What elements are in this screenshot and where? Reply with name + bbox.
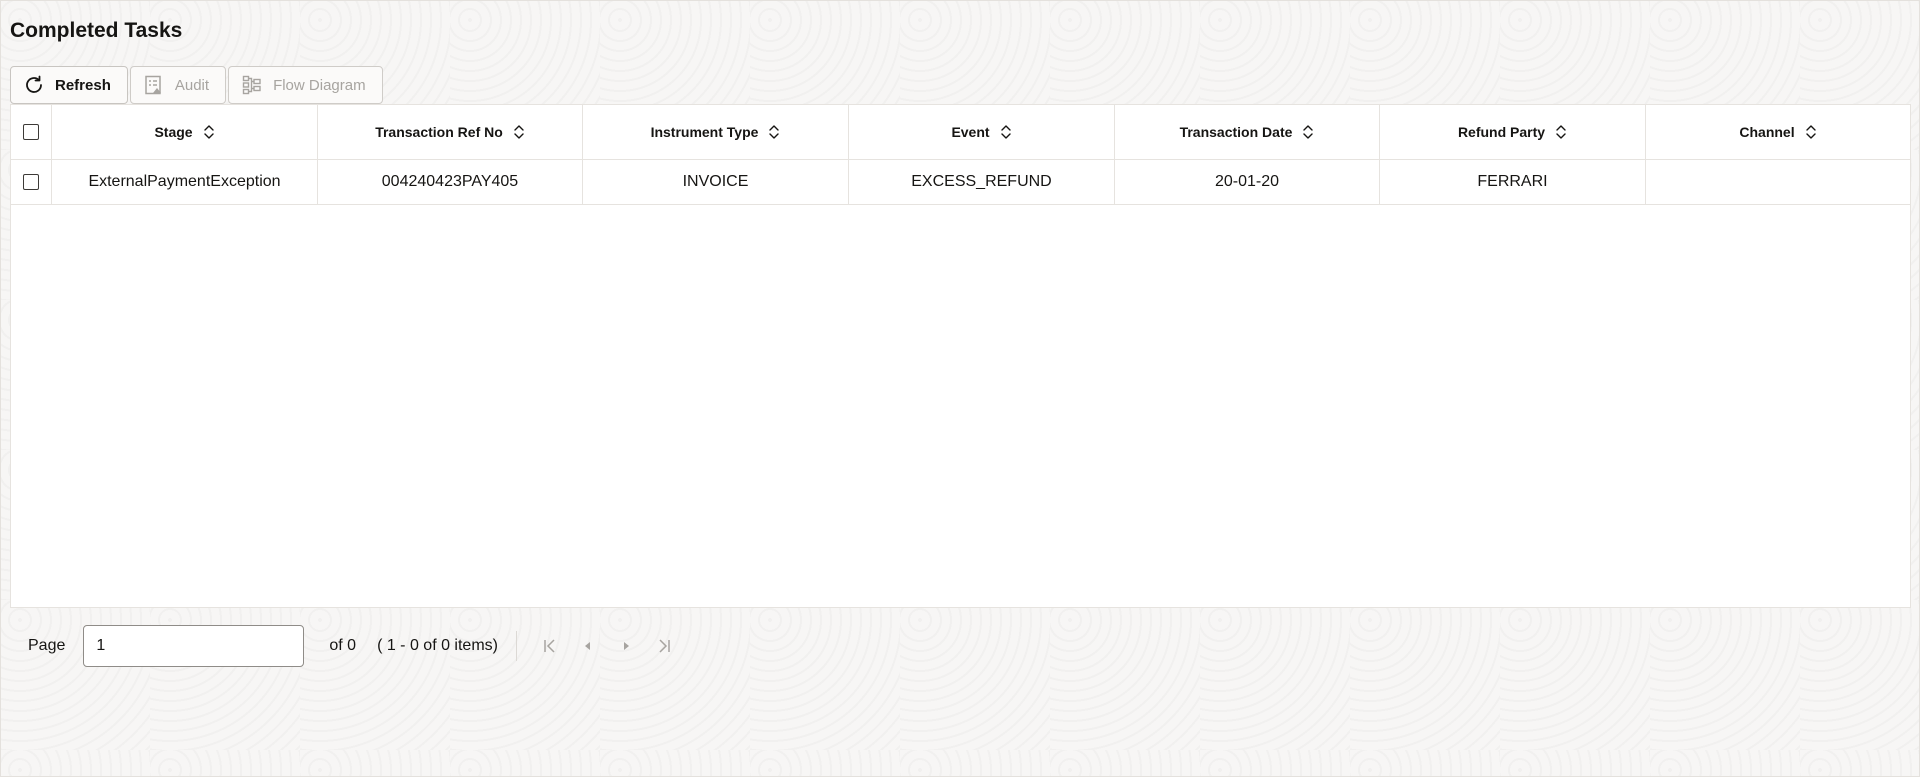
- completed-tasks-page: Completed Tasks Refresh Audit Flow Diagr…: [0, 0, 1920, 777]
- audit-label: Audit: [174, 76, 210, 94]
- audit-icon: [143, 74, 165, 96]
- page-count-text: of 0: [329, 637, 357, 654]
- previous-page-icon[interactable]: [569, 631, 607, 661]
- pager-divider: [515, 631, 517, 661]
- column-header-label: Refund Party: [1457, 124, 1546, 140]
- select-all-checkbox[interactable]: [23, 124, 39, 140]
- column-header-label: Event: [951, 124, 990, 140]
- select-all-cell: [11, 105, 52, 159]
- sort-icon[interactable]: [1805, 124, 1817, 140]
- column-header-refund-party[interactable]: Refund Party: [1380, 105, 1646, 159]
- completed-tasks-table: Stage Transaction Ref No Instrument Type…: [10, 104, 1911, 608]
- next-page-icon[interactable]: [607, 631, 645, 661]
- column-header-label: Stage: [154, 124, 193, 140]
- column-header-label: Transaction Date: [1179, 124, 1293, 140]
- page-title: Completed Tasks: [10, 19, 183, 42]
- pagination-bar: Page of 0 ( 1 - 0 of 0 items): [28, 625, 683, 667]
- audit-button[interactable]: Audit: [129, 66, 227, 104]
- cell-refund-party: FERRARI: [1380, 160, 1646, 204]
- column-header-label: Channel: [1739, 124, 1795, 140]
- column-header-stage[interactable]: Stage: [52, 105, 318, 159]
- sort-icon[interactable]: [1302, 124, 1314, 140]
- refresh-icon: [23, 74, 45, 96]
- cell-channel: [1646, 160, 1910, 204]
- first-page-icon[interactable]: [531, 631, 569, 661]
- column-header-transaction-ref-no[interactable]: Transaction Ref No: [318, 105, 583, 159]
- table-row[interactable]: ExternalPaymentException 004240423PAY405…: [11, 160, 1910, 205]
- sort-icon[interactable]: [203, 124, 215, 140]
- table-header: Stage Transaction Ref No Instrument Type…: [11, 105, 1910, 160]
- column-header-channel[interactable]: Channel: [1646, 105, 1910, 159]
- page-label: Page: [28, 637, 66, 654]
- sort-icon[interactable]: [1000, 124, 1012, 140]
- flow-diagram-icon: [241, 74, 263, 96]
- column-header-label: Instrument Type: [650, 124, 759, 140]
- sort-icon[interactable]: [768, 124, 780, 140]
- refresh-label: Refresh: [55, 76, 111, 94]
- cell-stage: ExternalPaymentException: [52, 160, 318, 204]
- column-header-event[interactable]: Event: [849, 105, 1115, 159]
- cell-event: EXCESS_REFUND: [849, 160, 1115, 204]
- column-header-label: Transaction Ref No: [375, 124, 503, 140]
- cell-instrument-type: INVOICE: [583, 160, 849, 204]
- column-header-transaction-date[interactable]: Transaction Date: [1115, 105, 1380, 159]
- flow-diagram-label: Flow Diagram: [273, 76, 366, 94]
- row-checkbox[interactable]: [23, 174, 39, 190]
- cell-transaction-ref-no: 004240423PAY405: [318, 160, 583, 204]
- item-range-text: ( 1 - 0 of 0 items): [377, 637, 498, 654]
- flow-diagram-button[interactable]: Flow Diagram: [228, 66, 383, 104]
- cell-transaction-date: 20-01-20: [1115, 160, 1380, 204]
- page-number-input[interactable]: [83, 625, 305, 667]
- column-header-instrument-type[interactable]: Instrument Type: [583, 105, 849, 159]
- sort-icon[interactable]: [1555, 124, 1567, 140]
- sort-icon[interactable]: [513, 124, 525, 140]
- toolbar: Refresh Audit Flow Diagram: [10, 66, 383, 104]
- last-page-icon[interactable]: [645, 631, 683, 661]
- refresh-button[interactable]: Refresh: [10, 66, 128, 104]
- row-select-cell: [11, 160, 52, 204]
